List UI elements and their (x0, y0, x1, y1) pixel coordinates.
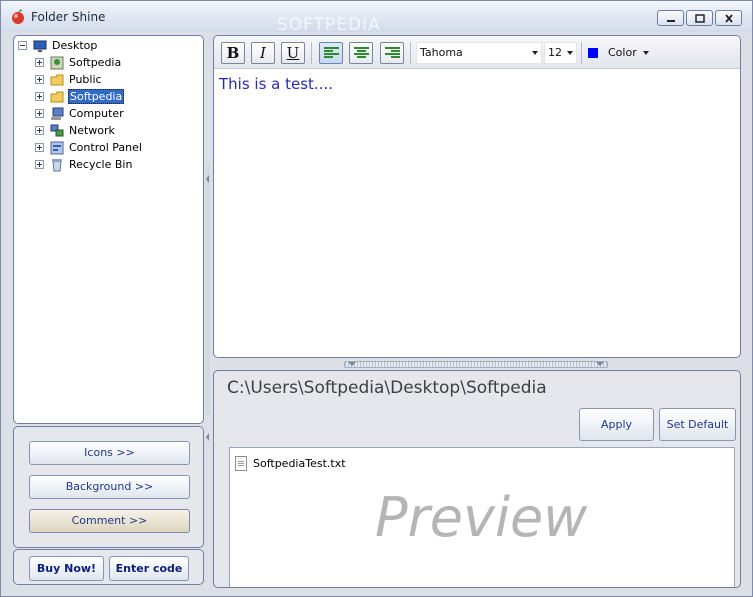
expand-toggle[interactable] (35, 126, 44, 135)
underline-button[interactable]: U (281, 42, 305, 64)
text-file-icon (235, 456, 247, 471)
tree-item-control-panel[interactable]: Control Panel (35, 139, 143, 156)
background-button[interactable]: Background >> (29, 475, 190, 499)
tree-item-label: Computer (69, 107, 124, 120)
toolbar-separator (311, 42, 312, 64)
horizontal-splitter[interactable] (344, 361, 608, 368)
chevron-down-icon (532, 51, 538, 55)
watermark: SOFTPEDIA (277, 15, 381, 35)
tree-item-computer[interactable]: Computer (35, 105, 125, 122)
expand-toggle[interactable] (35, 160, 44, 169)
collapse-toggle[interactable] (18, 41, 27, 50)
tree-item-label-selected: Softpedia (68, 89, 125, 104)
tree-item-network[interactable]: Network (35, 122, 116, 139)
tree-item-desktop[interactable]: Desktop (18, 37, 98, 54)
align-left-button[interactable] (319, 42, 343, 64)
desktop-icon (33, 40, 47, 52)
buy-now-button[interactable]: Buy Now! (29, 556, 104, 581)
tree-item-recycle-bin[interactable]: Recycle Bin (35, 156, 133, 173)
expand-toggle[interactable] (35, 58, 44, 67)
chevron-down-icon (643, 51, 649, 55)
toolbar-separator (410, 42, 411, 64)
preview-watermark: Preview (375, 486, 588, 549)
computer-icon (51, 107, 64, 120)
expand-toggle[interactable] (35, 75, 44, 84)
splitter-grip-icon (348, 362, 604, 366)
expand-toggle[interactable] (35, 143, 44, 152)
control-panel-icon (50, 141, 64, 154)
file-name: SoftpediaTest.txt (253, 457, 346, 470)
maximize-button[interactable] (686, 10, 713, 26)
align-right-button[interactable] (380, 42, 404, 64)
close-icon (725, 14, 733, 23)
format-toolbar: B I U Tahoma 12 Color (214, 36, 740, 69)
color-picker-button[interactable]: Color (586, 42, 652, 64)
font-select[interactable]: Tahoma (416, 42, 542, 64)
user-folder-icon (50, 56, 64, 69)
align-center-button[interactable] (349, 42, 373, 64)
color-label: Color (608, 46, 637, 59)
folder-preview: SoftpediaTest.txt Preview (229, 447, 735, 587)
folder-icon (50, 74, 64, 85)
purchase-panel: Buy Now! Enter code (13, 549, 204, 585)
maximize-icon (695, 14, 705, 23)
font-select-value: Tahoma (420, 46, 463, 59)
font-size-select[interactable]: 12 (544, 42, 577, 64)
expand-toggle[interactable] (35, 92, 44, 101)
window-title: Folder Shine (31, 10, 106, 24)
recycle-bin-icon (52, 158, 62, 171)
align-right-icon (385, 47, 400, 60)
folder-path: C:\Users\Softpedia\Desktop\Softpedia (227, 378, 547, 398)
align-center-icon (354, 47, 369, 60)
tree-item-label: Control Panel (69, 141, 142, 154)
toolbar-separator (581, 42, 582, 64)
minimize-icon (667, 20, 675, 22)
tree-item-label: Desktop (52, 39, 98, 52)
preview-panel: C:\Users\Softpedia\Desktop\Softpedia App… (213, 370, 741, 588)
section-buttons-panel: Icons >> Background >> Comment >> (13, 426, 204, 548)
app-logo-icon (12, 9, 24, 24)
chevron-down-icon (567, 51, 573, 55)
app-window: Folder Shine SOFTPEDIA Desktop Softpedia… (0, 0, 753, 597)
comment-button[interactable]: Comment >> (29, 509, 190, 533)
folder-icon (50, 91, 64, 102)
tree-item-label: Softpedia (69, 56, 122, 69)
apply-button[interactable]: Apply (579, 408, 654, 441)
font-size-value: 12 (548, 46, 562, 59)
tree-item-label: Public (69, 73, 102, 86)
tree-item-softpedia-user[interactable]: Softpedia (35, 54, 122, 71)
enter-code-button[interactable]: Enter code (109, 556, 189, 581)
align-left-icon (324, 47, 339, 60)
folder-tree[interactable]: Desktop Softpedia Public Softpedia Compu… (13, 35, 204, 424)
file-item[interactable]: SoftpediaTest.txt (235, 456, 346, 471)
tree-item-label: Recycle Bin (69, 158, 133, 171)
color-swatch (588, 48, 598, 58)
vertical-splitter[interactable] (205, 35, 211, 585)
minimize-button[interactable] (657, 10, 684, 26)
tree-item-softpedia-folder[interactable]: Softpedia (35, 88, 125, 105)
comment-editor[interactable]: B I U Tahoma 12 Color This is a test.... (213, 35, 741, 358)
splitter-grip-icon (206, 165, 210, 441)
tree-item-public[interactable]: Public (35, 71, 103, 88)
network-icon (50, 124, 64, 136)
expand-toggle[interactable] (35, 109, 44, 118)
bold-button[interactable]: B (221, 42, 245, 64)
set-default-button[interactable]: Set Default (659, 408, 736, 441)
close-button[interactable] (715, 10, 742, 26)
italic-button[interactable]: I (251, 42, 275, 64)
editor-text[interactable]: This is a test.... (219, 75, 333, 93)
icons-button[interactable]: Icons >> (29, 441, 190, 465)
tree-item-label: Network (69, 124, 115, 137)
title-bar[interactable]: Folder Shine SOFTPEDIA (1, 1, 752, 35)
